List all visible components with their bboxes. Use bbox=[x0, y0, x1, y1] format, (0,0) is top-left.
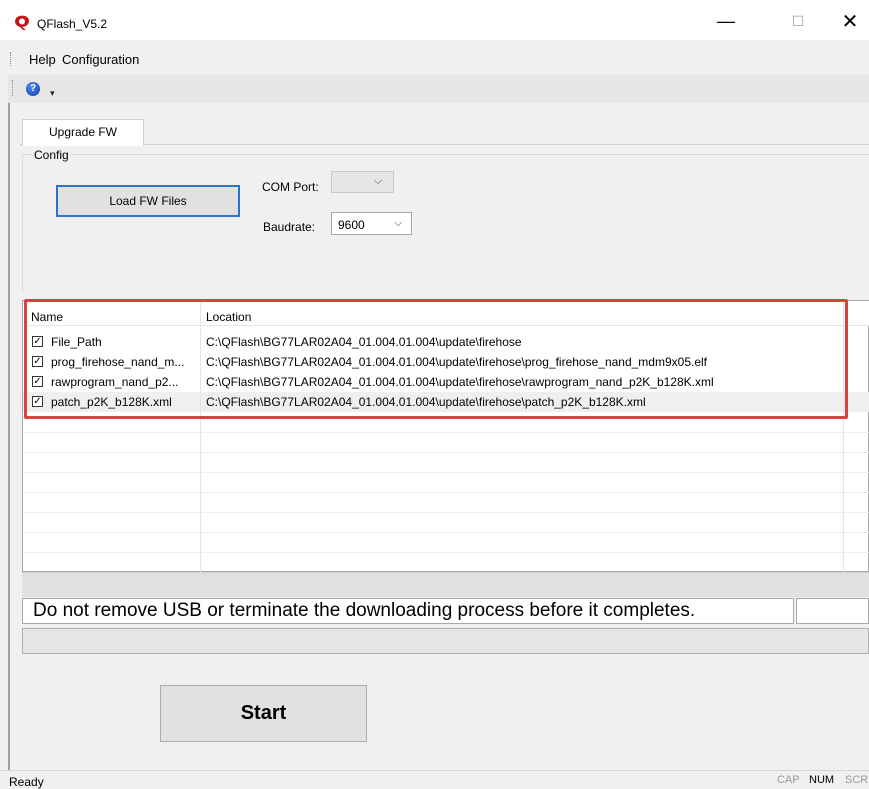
status-field bbox=[22, 628, 869, 654]
warning-message: Do not remove USB or terminate the downl… bbox=[22, 598, 794, 624]
frame-border bbox=[8, 103, 10, 773]
indicator-num: NUM bbox=[809, 774, 835, 786]
com-port-label: COM Port: bbox=[262, 180, 319, 194]
baudrate-value: 9600 bbox=[338, 218, 365, 232]
app-logo-icon bbox=[15, 15, 29, 30]
menu-help[interactable]: Help bbox=[29, 52, 56, 67]
grid-line bbox=[23, 512, 869, 513]
toolbar-overflow-icon[interactable]: ▾ bbox=[50, 88, 55, 99]
minimize-button[interactable]: — bbox=[706, 6, 746, 36]
config-group-label: Config bbox=[32, 148, 71, 162]
tab-panel-border bbox=[20, 144, 869, 145]
maximize-button[interactable]: ☐ bbox=[778, 6, 818, 36]
indicator-scrl: SCRL bbox=[845, 774, 869, 786]
tab-upgrade-fw[interactable]: Upgrade FW bbox=[22, 119, 144, 146]
menu-grip[interactable] bbox=[10, 52, 14, 66]
toolbar-grip[interactable] bbox=[12, 80, 16, 96]
window-title: QFlash_V5.2 bbox=[37, 17, 108, 31]
start-button[interactable]: Start bbox=[160, 685, 367, 742]
status-bar bbox=[0, 770, 869, 789]
status-text: Ready bbox=[9, 775, 44, 789]
config-group bbox=[22, 154, 869, 292]
grid-line bbox=[23, 552, 869, 553]
highlight-annotation bbox=[24, 299, 848, 419]
help-icon[interactable]: ? bbox=[26, 82, 40, 96]
toolbar bbox=[8, 75, 869, 103]
chevron-down-icon[interactable]: ⌵ bbox=[374, 175, 382, 188]
close-button[interactable]: ✕ bbox=[830, 6, 869, 36]
grid-line bbox=[23, 452, 869, 453]
progress-bar bbox=[22, 572, 869, 597]
menu-configuration[interactable]: Configuration bbox=[62, 52, 139, 67]
com-port-select[interactable] bbox=[331, 171, 394, 193]
load-fw-files-button[interactable]: Load FW Files bbox=[56, 185, 240, 217]
grid-line bbox=[23, 532, 869, 533]
indicator-cap: CAP bbox=[777, 774, 800, 786]
chevron-down-icon[interactable]: ⌵ bbox=[394, 217, 402, 230]
baudrate-label: Baudrate: bbox=[263, 220, 316, 234]
warning-side-field bbox=[796, 598, 869, 624]
grid-line bbox=[23, 472, 869, 473]
grid-line bbox=[23, 432, 869, 433]
grid-line bbox=[23, 492, 869, 493]
